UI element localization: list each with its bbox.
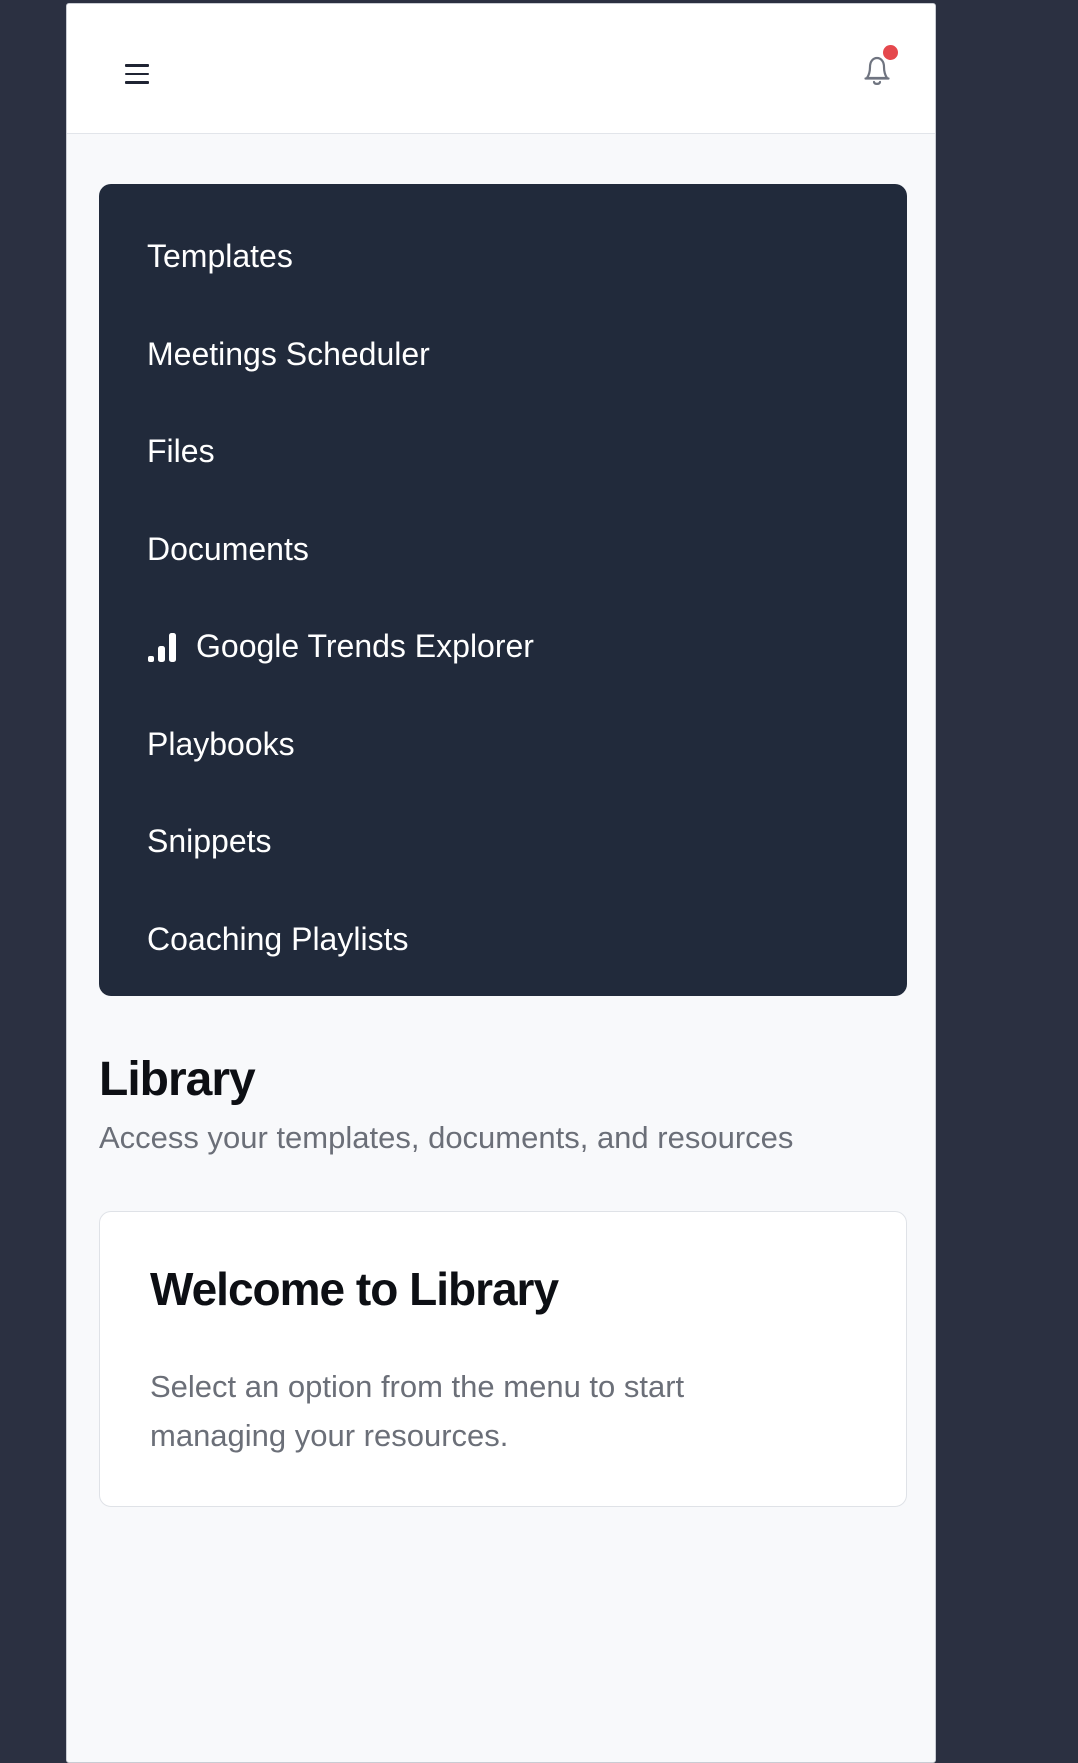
menu-item-label: Templates <box>147 238 293 275</box>
welcome-card: Welcome to Library Select an option from… <box>99 1211 907 1507</box>
notification-badge <box>883 45 898 60</box>
bar-chart-icon <box>147 630 179 664</box>
library-menu: Templates Meetings Scheduler Files Docum… <box>99 184 907 996</box>
menu-item-meetings-scheduler[interactable]: Meetings Scheduler <box>99 306 907 404</box>
welcome-card-text: Select an option from the menu to start … <box>150 1369 685 1453</box>
menu-item-label: Coaching Playlists <box>147 920 409 957</box>
menu-item-label: Snippets <box>147 823 272 860</box>
page-subtitle: Access your templates, documents, and re… <box>99 1120 794 1155</box>
page-title: Library <box>99 1053 256 1106</box>
menu-item-coaching-playlists[interactable]: Coaching Playlists <box>99 891 907 989</box>
top-bar <box>67 4 935 134</box>
menu-item-label: Files <box>147 433 215 470</box>
menu-item-label: Documents <box>147 530 309 567</box>
menu-item-label: Google Trends Explorer <box>196 628 534 665</box>
menu-item-documents[interactable]: Documents <box>99 501 907 599</box>
menu-item-label: Playbooks <box>147 725 295 762</box>
menu-item-label: Meetings Scheduler <box>147 335 430 372</box>
hamburger-menu-icon[interactable] <box>125 64 149 84</box>
menu-item-templates[interactable]: Templates <box>99 208 907 306</box>
menu-item-playbooks[interactable]: Playbooks <box>99 696 907 794</box>
menu-item-files[interactable]: Files <box>99 403 907 501</box>
welcome-card-title: Welcome to Library <box>150 1263 559 1315</box>
menu-item-google-trends-explorer[interactable]: Google Trends Explorer <box>99 598 907 696</box>
menu-item-snippets[interactable]: Snippets <box>99 793 907 891</box>
app-window: Templates Meetings Scheduler Files Docum… <box>66 3 936 1763</box>
